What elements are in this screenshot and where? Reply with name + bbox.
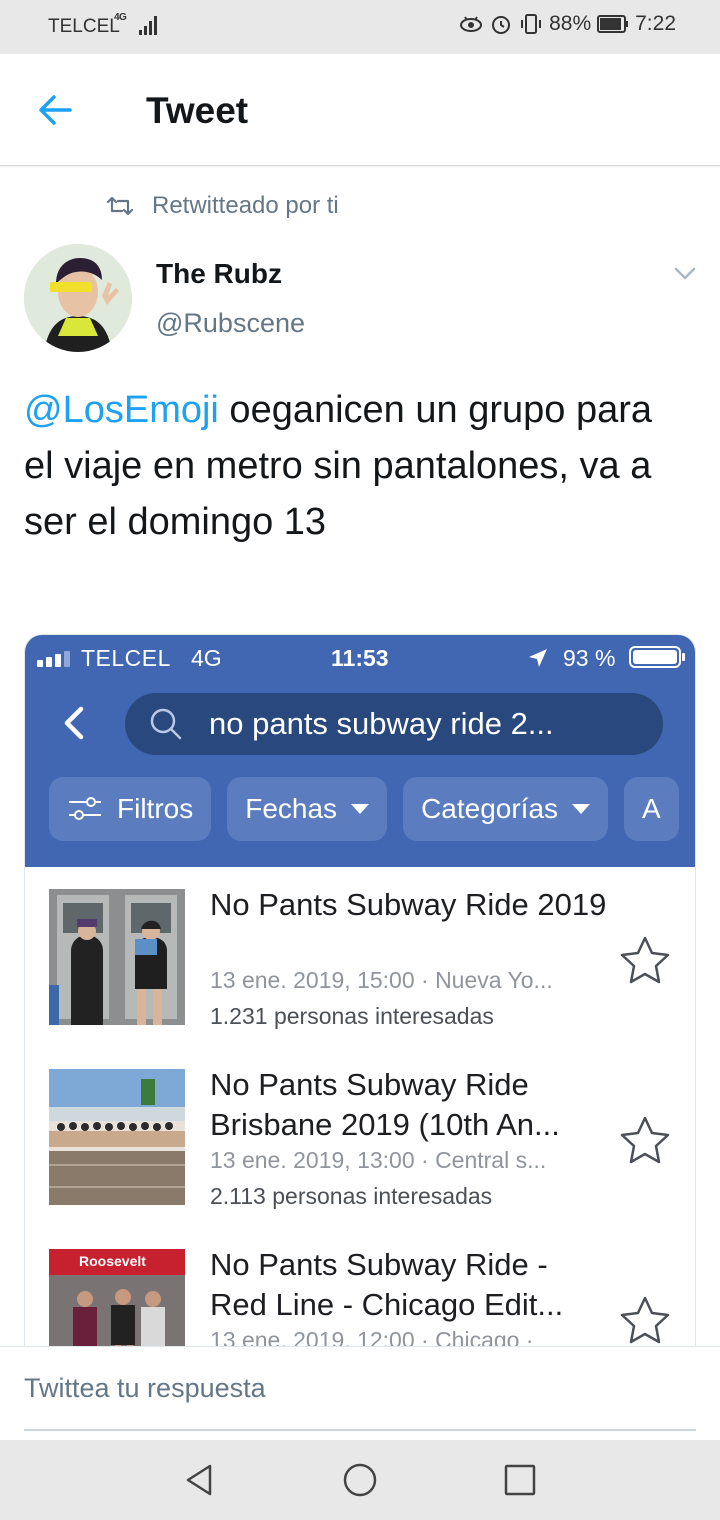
chip-label: A xyxy=(642,793,661,824)
app-header: Tweet xyxy=(0,54,720,166)
vibrate-icon xyxy=(521,14,542,34)
caret-down-icon xyxy=(351,804,370,814)
caret-down-icon xyxy=(572,804,591,814)
retweet-icon xyxy=(106,196,134,216)
event-interested-count: 2.113 personas interesadas xyxy=(210,1183,493,1209)
event-date-location: 13 ene. 2019, 12:00 · Chicago · xyxy=(210,1327,534,1346)
event-thumbnail: Roosevelt xyxy=(49,1249,185,1346)
battery-percent: 88% xyxy=(549,12,592,35)
embedded-signal-icon xyxy=(37,651,70,667)
location-arrow-icon xyxy=(529,649,547,667)
event-date-location: 13 ene. 2019, 15:00 · Nueva Yo... xyxy=(210,967,553,993)
back-arrow-icon[interactable] xyxy=(34,90,78,130)
event-thumbnail xyxy=(49,1069,185,1205)
star-icon xyxy=(620,1116,670,1164)
star-icon xyxy=(620,936,670,984)
signal-icon xyxy=(139,16,157,35)
chip-categories: Categorías xyxy=(403,777,609,841)
avatar[interactable] xyxy=(24,244,132,352)
reply-composer xyxy=(0,1346,720,1440)
battery-icon xyxy=(597,15,629,33)
embedded-back-icon xyxy=(64,706,84,740)
event-item: Roosevelt No Pants Subway Ride - Red Lin… xyxy=(25,1227,695,1346)
nav-back-icon[interactable] xyxy=(182,1462,218,1498)
nav-home-icon[interactable] xyxy=(342,1462,378,1498)
search-icon xyxy=(150,708,182,740)
chip-label: Filtros xyxy=(117,793,194,824)
embedded-carrier: TELCEL xyxy=(81,645,171,671)
clock: 7:22 xyxy=(635,12,676,35)
event-item: No Pants Subway Ride 2019 13 ene. 2019, … xyxy=(25,867,695,1047)
chevron-down-icon[interactable] xyxy=(672,262,698,284)
star-icon xyxy=(620,1296,670,1344)
mention-link[interactable]: @LosEmoji xyxy=(24,389,219,431)
event-title: No Pants Subway Ride 2019 xyxy=(210,887,607,922)
status-bar: TELCEL 4G 88% 7:22 xyxy=(0,0,720,54)
retweet-label: Retwitteado por ti xyxy=(152,192,339,219)
event-interested-count: 1.231 personas interesadas xyxy=(210,1003,494,1029)
event-thumbnail xyxy=(49,889,185,1025)
page-title: Tweet xyxy=(146,90,249,131)
tweet-text: @LosEmoji oeganicen un grupo para el via… xyxy=(24,382,684,550)
embedded-search-field: no pants subway ride 2... xyxy=(125,693,663,755)
embedded-search-query: no pants subway ride 2... xyxy=(209,706,554,741)
eye-comfort-icon xyxy=(460,16,483,32)
embedded-network: 4G xyxy=(191,645,222,671)
chip-label: Categorías xyxy=(421,793,559,824)
embedded-time: 11:53 xyxy=(331,645,389,671)
tweet-media-image[interactable]: TELCEL 4G 11:53 93 % no pants subway rid… xyxy=(24,634,696,1346)
event-photo xyxy=(49,1275,185,1346)
chip-more: A xyxy=(624,777,679,841)
author-name[interactable]: The Rubz xyxy=(156,258,282,290)
event-date-location: 13 ene. 2019, 13:00 · Central s... xyxy=(210,1147,547,1173)
avatar-image xyxy=(24,244,132,352)
embedded-status-bar: TELCEL 4G 11:53 93 % xyxy=(25,635,695,679)
event-item: No Pants Subway Ride Brisbane 2019 (10th… xyxy=(25,1047,695,1227)
chip-dates: Fechas xyxy=(227,777,388,841)
event-title: No Pants Subway Ride Brisbane 2019 (10th… xyxy=(210,1067,560,1142)
chip-label: Fechas xyxy=(245,793,338,824)
sliders-icon xyxy=(69,797,101,820)
system-nav-bar xyxy=(0,1440,720,1520)
embedded-battery-percent: 93 % xyxy=(563,645,616,671)
author-handle[interactable]: @Rubscene xyxy=(156,308,305,339)
network-type: 4G xyxy=(114,12,127,23)
embedded-battery-icon xyxy=(629,646,685,668)
embedded-app-header: TELCEL 4G 11:53 93 % no pants subway rid… xyxy=(25,635,695,867)
station-sign: Roosevelt xyxy=(49,1249,185,1275)
nav-recents-icon[interactable] xyxy=(502,1462,538,1498)
event-title: No Pants Subway Ride - Red Line - Chicag… xyxy=(210,1247,564,1322)
chip-filters: Filtros xyxy=(49,777,212,841)
carrier-label: TELCEL xyxy=(48,16,120,37)
alarm-icon xyxy=(492,16,511,34)
reply-input[interactable] xyxy=(24,1347,696,1431)
retweet-indicator: Retwitteado por ti xyxy=(106,190,339,222)
filter-chips: Filtros Fechas Categorías A xyxy=(49,777,679,841)
